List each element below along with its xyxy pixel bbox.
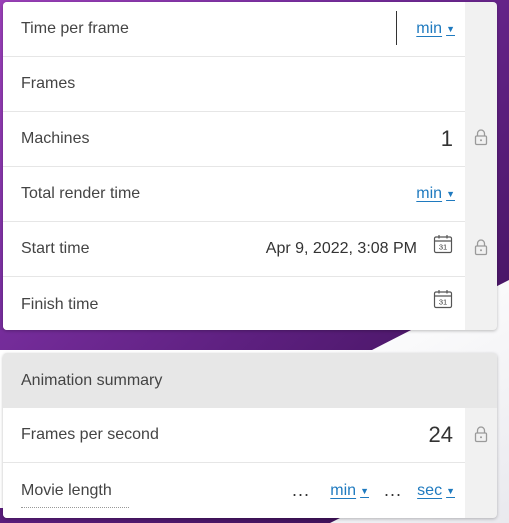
caret-down-icon: ▼ (360, 485, 369, 496)
animation-summary-header: Animation summary (3, 353, 497, 408)
total-render-time-unit-select[interactable]: min ▼ (416, 185, 455, 203)
frames-per-second-value[interactable]: 24 (429, 422, 453, 448)
finish-time-label: Finish time (21, 295, 99, 313)
time-per-frame-unit-label: min (416, 20, 443, 37)
movie-length-sec-unit-label: sec (417, 481, 443, 499)
frames-per-second-label: Frames per second (21, 426, 159, 443)
movie-length-seconds-value[interactable]: ... (384, 480, 402, 501)
render-settings-rows: Time per frame min ▼ Frames Machines 1 T… (3, 2, 465, 330)
caret-down-icon: ▼ (446, 24, 455, 34)
animation-summary-card: Animation summary Frames per second 24 M… (3, 353, 497, 518)
movie-length-label-underline (21, 507, 129, 508)
time-per-frame-row[interactable]: Time per frame min ▼ (3, 2, 465, 57)
machines-value[interactable]: 1 (441, 126, 453, 152)
lock-icon[interactable] (473, 128, 489, 146)
total-render-time-label: Total render time (21, 185, 141, 202)
time-per-frame-unit-select[interactable]: min ▼ (416, 20, 455, 38)
animation-summary-rows: Frames per second 24 Movie length ... mi… (3, 408, 465, 518)
movie-length-label: Movie length (21, 481, 112, 499)
time-per-frame-label: Time per frame (21, 20, 129, 37)
calendar-icon[interactable]: 31 (433, 289, 453, 309)
total-render-time-row[interactable]: Total render time min ▼ (3, 167, 465, 222)
movie-length-minutes-value[interactable]: ... (292, 480, 310, 501)
machines-label: Machines (21, 130, 90, 147)
lock-icon[interactable] (473, 425, 489, 443)
movie-length-row[interactable]: Movie length ... min ▼ ... sec ▼ (3, 463, 465, 518)
start-time-label: Start time (21, 240, 90, 257)
caret-down-icon: ▼ (446, 485, 455, 496)
calendar-icon[interactable]: 31 (433, 234, 453, 254)
animation-summary-title: Animation summary (21, 371, 163, 389)
text-cursor (396, 11, 397, 45)
lock-icon[interactable] (473, 238, 489, 256)
render-settings-card: Time per frame min ▼ Frames Machines 1 T… (3, 2, 497, 330)
svg-text:31: 31 (439, 298, 447, 307)
frames-label: Frames (21, 75, 76, 92)
frames-row[interactable]: Frames (3, 57, 465, 112)
start-time-value[interactable]: Apr 9, 2022, 3:08 PM (266, 240, 417, 258)
total-render-time-unit-label: min (416, 185, 443, 202)
start-time-row[interactable]: Start time Apr 9, 2022, 3:08 PM 31 (3, 222, 465, 277)
finish-time-row[interactable]: Finish time 31 (3, 277, 465, 330)
movie-length-sec-unit-select[interactable]: sec ▼ (417, 482, 455, 500)
movie-length-min-unit-label: min (330, 481, 357, 499)
movie-length-min-unit-select[interactable]: min ▼ (330, 482, 369, 500)
caret-down-icon: ▼ (446, 189, 455, 199)
frames-per-second-row[interactable]: Frames per second 24 (3, 408, 465, 463)
svg-text:31: 31 (439, 243, 447, 252)
machines-row[interactable]: Machines 1 (3, 112, 465, 167)
